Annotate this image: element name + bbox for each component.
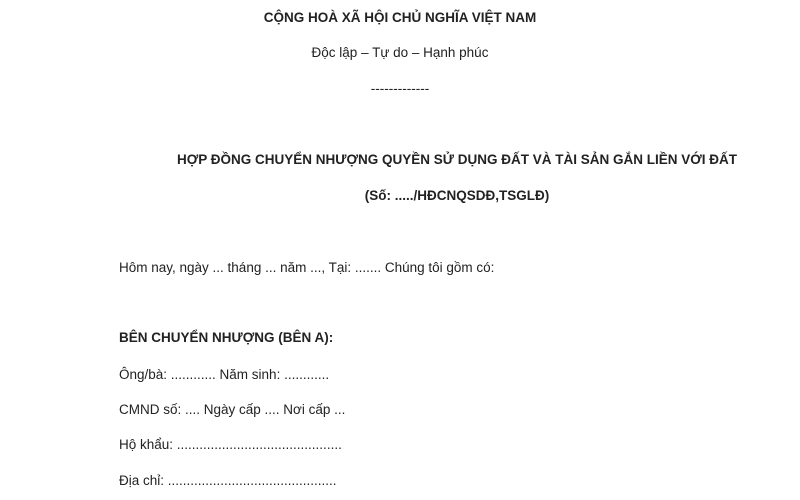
field-id-card: CMND số: .... Ngày cấp .... Nơi cấp ... <box>119 402 346 417</box>
separator: ------------- <box>370 81 430 96</box>
field-household: Hộ khẩu: ...............................… <box>119 437 342 452</box>
motto: Độc lập – Tự do – Hạnh phúc <box>311 45 489 60</box>
nation-heading: CỘNG HOÀ XÃ HỘI CHỦ NGHĨA VIỆT NAM <box>263 10 537 25</box>
contract-title: HỢP ĐỒNG CHUYỂN NHƯỢNG QUYỀN SỬ DỤNG ĐẤT… <box>177 152 737 167</box>
field-address: Địa chỉ: ...............................… <box>119 473 337 488</box>
party-a-heading: BÊN CHUYỂN NHƯỢNG (BÊN A): <box>119 330 334 345</box>
field-name-birthyear: Ông/bà: ............ Năm sinh: .........… <box>119 367 330 382</box>
intro-line: Hôm nay, ngày ... tháng ... năm ..., Tại… <box>119 260 495 275</box>
contract-number: (Số: ...../HĐCNQSDĐ,TSGLĐ) <box>364 188 550 203</box>
